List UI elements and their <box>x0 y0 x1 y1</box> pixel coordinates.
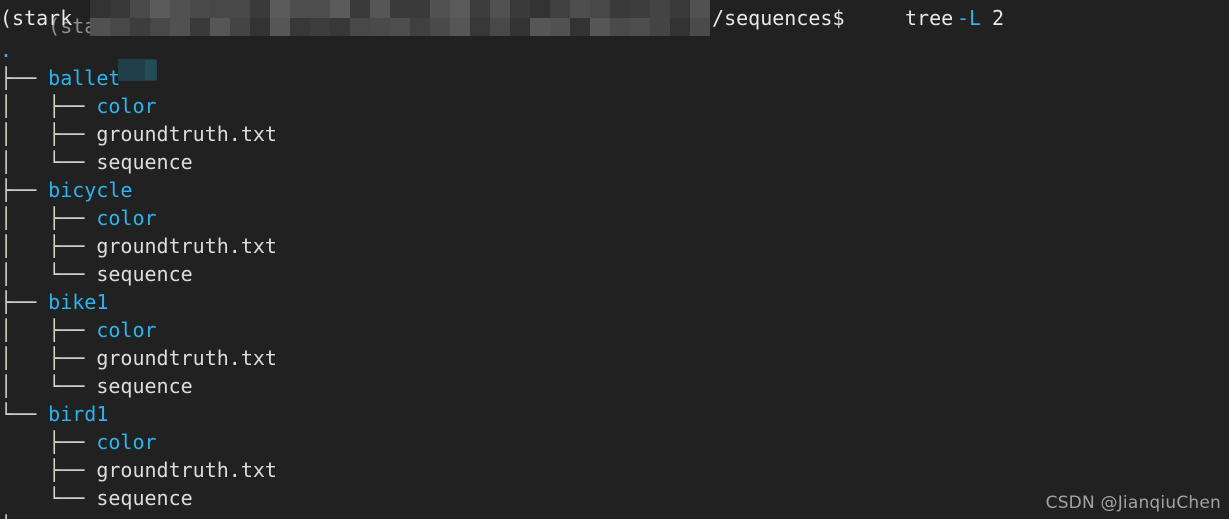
tree-child-label: groundtruth.txt <box>96 346 277 370</box>
tree-child-label: groundtruth.txt <box>96 122 277 146</box>
branch-trunk: │ <box>0 318 49 342</box>
branch-connector: ├── <box>48 430 97 454</box>
branch-connector: ├── <box>0 66 49 90</box>
branch-connector: ├── <box>48 458 97 482</box>
branch-trunk <box>0 486 48 510</box>
tree-entry-label: bike1 <box>48 290 109 314</box>
tree-child-row: │ └── sequence <box>0 148 1229 176</box>
prompt-line: (stark )/sequences$ tree -L 2 <box>0 4 1229 34</box>
tree-child-label: groundtruth.txt <box>96 458 277 482</box>
branch-trunk: │ <box>0 374 49 398</box>
tree-entry-label: ballet <box>48 66 121 90</box>
tree-child-label: sequence <box>96 486 193 510</box>
tree-child-row: │ ├── groundtruth.txt <box>0 344 1229 372</box>
tree-child-row: │ ├── color <box>0 204 1229 232</box>
terminal-window[interactable]: (stark) (stark)/sequences$ tree -L 2 . ├── b… <box>0 0 1229 519</box>
branch-trunk: │ <box>0 122 49 146</box>
tree-entry-row: ├── bike1 <box>0 288 1229 316</box>
tree-child-label: sequence <box>96 262 193 286</box>
command-name: tree <box>905 6 954 30</box>
tree-output: . ├── ballet │ ├── color │ ├── groundtruth.… <box>0 36 1229 519</box>
tree-child-row: │ └── sequence <box>0 372 1229 400</box>
branch-trunk: │ <box>0 150 49 174</box>
branch-trunk <box>0 458 48 482</box>
tree-child-label: sequence <box>96 374 193 398</box>
branch-connector: └── <box>48 150 97 174</box>
tree-child-label: groundtruth.txt <box>96 234 277 258</box>
tree-child-label: sequence <box>96 150 193 174</box>
tree-entry-label: bicycle <box>48 178 133 202</box>
branch-connector: ├── <box>48 122 97 146</box>
branch-connector: ├── <box>0 178 49 202</box>
tree-child-row: ├── color <box>0 428 1229 456</box>
tree-child-label: color <box>96 318 157 342</box>
tree-entry-label: bird1 <box>48 402 109 426</box>
branch-trunk: │ <box>0 262 49 286</box>
prompt-env-prefix: (stark <box>0 6 73 30</box>
branch-connector: ├── <box>0 514 48 519</box>
branch-connector: └── <box>48 486 97 510</box>
command-flag: -L <box>957 6 982 30</box>
csdn-watermark: CSDN @JianqiuChen <box>1045 493 1221 513</box>
branch-trunk: │ <box>0 346 49 370</box>
tree-child-label: color <box>96 94 157 118</box>
tree-entry-row: └── bird1 <box>0 400 1229 428</box>
tree-child-row: │ └── sequence <box>0 260 1229 288</box>
branch-connector: └── <box>0 402 49 426</box>
branch-connector: ├── <box>48 234 97 258</box>
prompt-path-suffix: )/sequences$ <box>700 6 845 30</box>
branch-trunk: │ <box>0 206 49 230</box>
branch-trunk: │ <box>0 234 49 258</box>
tree-root-label: . <box>0 38 13 62</box>
tree-child-row: │ ├── color <box>0 92 1229 120</box>
branch-trunk: │ <box>0 94 49 118</box>
branch-trunk <box>0 430 48 454</box>
tree-child-row: ├── groundtruth.txt <box>0 456 1229 484</box>
tree-root-row: . <box>0 36 1229 64</box>
branch-connector: └── <box>48 374 97 398</box>
tree-child-row: │ ├── groundtruth.txt <box>0 120 1229 148</box>
branch-connector: ├── <box>48 94 97 118</box>
command-arg: 2 <box>992 6 1005 30</box>
branch-connector: ├── <box>48 346 97 370</box>
tree-child-row: │ ├── groundtruth.txt <box>0 232 1229 260</box>
tree-child-label: color <box>96 206 157 230</box>
tree-entry-row: ├── bicycle <box>0 176 1229 204</box>
branch-connector: ├── <box>0 290 49 314</box>
branch-connector: └── <box>48 262 97 286</box>
branch-connector: ├── <box>48 318 97 342</box>
tree-child-row: │ ├── color <box>0 316 1229 344</box>
tree-entry-row: ├── ballet <box>0 64 1229 92</box>
branch-connector: ├── <box>48 206 97 230</box>
tree-child-label: color <box>96 430 157 454</box>
